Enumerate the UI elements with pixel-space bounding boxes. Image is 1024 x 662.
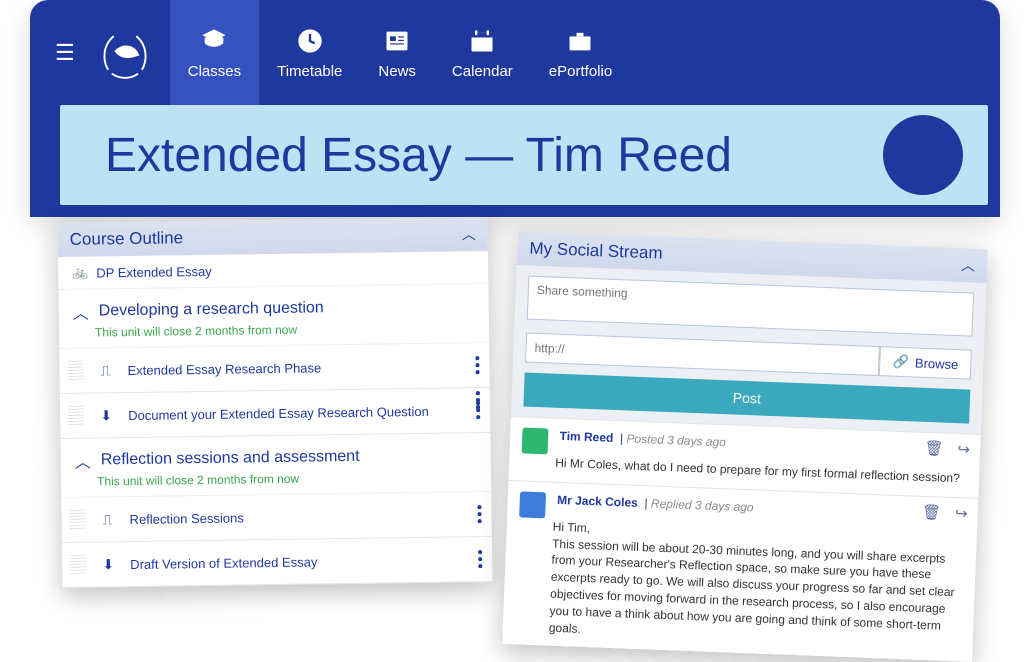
post-time: Posted 3 days ago	[626, 431, 726, 449]
task-row[interactable]: ⬇ Draft Version of Extended Essay	[62, 537, 493, 588]
nav-label: Calendar	[452, 63, 513, 80]
nav-label: Timetable	[277, 63, 342, 80]
post-time: Replied 3 days ago	[651, 496, 754, 514]
post-author: Tim Reed	[559, 429, 613, 445]
download-icon: ⬇	[98, 556, 118, 573]
chevron-up-icon[interactable]: ︿	[462, 224, 476, 244]
post-body: Hi Mr Coles, what do I need to prepare f…	[555, 455, 967, 488]
post-body: Hi Tim, This session will be about 20-30…	[549, 518, 965, 651]
share-icon[interactable]: ↪	[957, 440, 970, 458]
course-name: DP Extended Essay	[96, 263, 212, 280]
course-outline-panel: Course Outline ︿ 🚲 DP Extended Essay ︿ D…	[57, 217, 492, 588]
browse-button[interactable]: 🔗 Browse	[879, 346, 972, 379]
share-icon[interactable]: ↪	[955, 504, 968, 522]
bike-icon: 🚲	[72, 265, 88, 281]
nav-items: Classes Timetable News Calendar ePortfol…	[170, 0, 630, 105]
panel-title: Course Outline	[70, 228, 184, 250]
task-label: Draft Version of Extended Essay	[130, 554, 317, 572]
task-label: Document your Extended Essay Research Qu…	[128, 403, 429, 422]
browse-label: Browse	[915, 355, 959, 372]
flow-icon: ⎍	[95, 362, 115, 379]
social-compose-area: 🔗 Browse Post	[511, 265, 986, 434]
download-icon: ⬇	[96, 407, 116, 424]
task-label: Extended Essay Research Phase	[127, 360, 321, 378]
avatar	[519, 491, 546, 518]
kebab-menu-icon[interactable]	[478, 550, 482, 568]
hamburger-menu-icon[interactable]: ☰	[40, 40, 90, 66]
unit-title: Developing a research question	[99, 299, 324, 320]
kebab-menu-icon[interactable]	[477, 505, 481, 523]
unit-header[interactable]: ︿ Reflection sessions and assessment	[60, 433, 490, 475]
post-author: Mr Jack Coles	[557, 493, 638, 510]
nav-label: ePortfolio	[549, 63, 612, 80]
top-navbar: ☰ Classes Timetable News	[30, 0, 1000, 105]
chevron-up-icon[interactable]: ︿	[961, 255, 976, 276]
news-icon	[383, 25, 411, 57]
task-label: Reflection Sessions	[130, 510, 244, 527]
delete-icon[interactable]: 🗑	[922, 503, 942, 522]
student-avatar[interactable]	[883, 115, 963, 195]
page-banner: Extended Essay — Tim Reed	[60, 105, 988, 205]
nav-calendar[interactable]: Calendar	[434, 0, 531, 105]
kebab-menu-icon[interactable]	[476, 391, 480, 409]
page-banner-wrap: Extended Essay — Tim Reed	[30, 105, 1000, 217]
drag-handle-icon[interactable]	[68, 406, 84, 426]
link-icon: 🔗	[893, 354, 910, 371]
timetable-icon	[296, 25, 324, 57]
kebab-menu-icon[interactable]	[475, 356, 479, 374]
app-window: ☰ Classes Timetable News	[30, 0, 1000, 217]
nav-eportfolio[interactable]: ePortfolio	[531, 0, 630, 105]
nav-news[interactable]: News	[360, 0, 434, 105]
delete-icon[interactable]: 🗑	[924, 439, 944, 458]
drag-handle-icon[interactable]	[67, 361, 83, 381]
share-input[interactable]	[527, 276, 974, 337]
social-stream-panel: My Social Stream ︿ 🔗 Browse Post 🗑 ↪ Tim…	[502, 231, 988, 662]
panel-title: My Social Stream	[529, 239, 663, 264]
social-post: 🗑 ↪ Mr Jack Coles | Replied 3 days ago H…	[502, 480, 978, 662]
task-row[interactable]: ⬇ Document your Extended Essay Research …	[60, 388, 491, 439]
post-button[interactable]: Post	[523, 372, 970, 423]
task-row[interactable]: ⎍ Extended Essay Research Phase	[59, 343, 490, 394]
flow-icon: ⎍	[97, 511, 117, 528]
nav-timetable[interactable]: Timetable	[259, 0, 360, 105]
nav-classes[interactable]: Classes	[170, 0, 259, 105]
page-title: Extended Essay — Tim Reed	[105, 128, 732, 183]
avatar	[522, 427, 549, 454]
nav-label: Classes	[188, 63, 241, 80]
drag-handle-icon[interactable]	[69, 510, 85, 530]
unit-title: Reflection sessions and assessment	[101, 448, 360, 470]
calendar-icon	[468, 25, 496, 57]
chevron-up-icon: ︿	[75, 449, 91, 473]
drag-handle-icon[interactable]	[70, 555, 86, 575]
url-input[interactable]	[525, 333, 880, 377]
briefcase-icon	[566, 25, 594, 57]
unit-header[interactable]: ︿ Developing a research question	[58, 284, 488, 326]
school-logo	[90, 18, 160, 88]
task-row[interactable]: ⎍ Reflection Sessions	[61, 492, 492, 543]
chevron-up-icon: ︿	[73, 300, 89, 324]
classes-icon	[200, 25, 228, 57]
nav-label: News	[378, 63, 416, 80]
